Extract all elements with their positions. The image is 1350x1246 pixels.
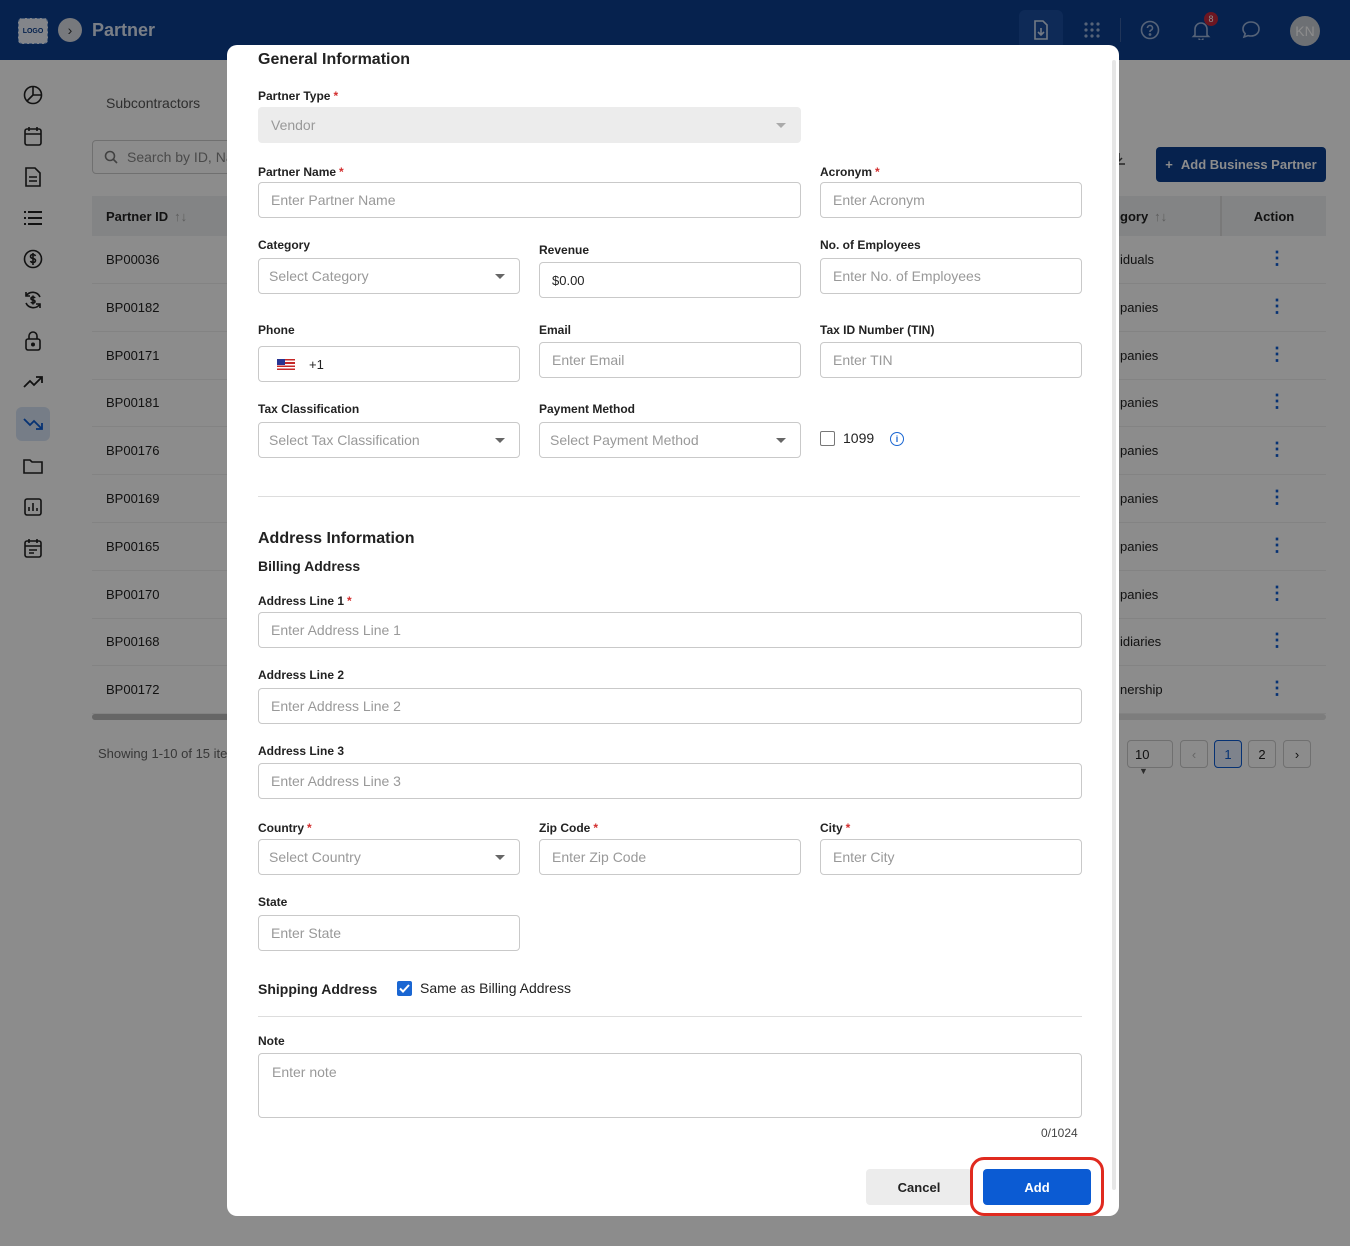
note-textarea[interactable]: Enter note xyxy=(258,1053,1082,1118)
tin-label: Tax ID Number (TIN) xyxy=(820,323,935,337)
us-flag-icon[interactable] xyxy=(277,358,295,370)
address-line-3-label: Address Line 3 xyxy=(258,744,345,758)
shipping-address-title: Shipping Address xyxy=(258,981,378,997)
caret-down-icon xyxy=(495,438,505,443)
partner-type-label: Partner Type * xyxy=(258,89,339,103)
add-button[interactable]: Add xyxy=(983,1169,1091,1205)
caret-down-icon xyxy=(776,438,786,443)
phone-input[interactable]: +1 xyxy=(258,346,520,382)
cancel-button[interactable]: Cancel xyxy=(866,1169,972,1205)
phone-label: Phone xyxy=(258,323,295,337)
country-label: Country * xyxy=(258,821,312,835)
address-line-2-label: Address Line 2 xyxy=(258,668,345,682)
zip-code-label: Zip Code * xyxy=(539,821,598,835)
address-information-title: Address Information xyxy=(258,530,415,547)
partner-name-input[interactable]: Enter Partner Name xyxy=(258,182,801,218)
acronym-input[interactable]: Enter Acronym xyxy=(820,182,1082,218)
revenue-input[interactable]: $0.00 xyxy=(539,262,801,298)
tin-input[interactable]: Enter TIN xyxy=(820,342,1082,378)
address-line-1-input[interactable]: Enter Address Line 1 xyxy=(258,612,1082,648)
form-1099-checkbox[interactable] xyxy=(820,431,835,446)
address-line-2-input[interactable]: Enter Address Line 2 xyxy=(258,688,1082,724)
caret-down-icon xyxy=(495,274,505,279)
same-as-billing-checkbox[interactable] xyxy=(397,981,412,996)
zip-code-input[interactable]: Enter Zip Code xyxy=(539,839,801,875)
section-divider xyxy=(258,496,1080,497)
note-label: Note xyxy=(258,1034,285,1048)
category-select[interactable]: Select Category xyxy=(258,258,520,294)
city-label: City * xyxy=(820,821,851,835)
modal-scrollbar[interactable] xyxy=(1112,60,1116,1190)
tax-classification-label: Tax Classification xyxy=(258,402,360,416)
email-input[interactable]: Enter Email xyxy=(539,342,801,378)
email-label: Email xyxy=(539,323,572,337)
general-information-title: General Information xyxy=(258,51,411,68)
info-icon[interactable]: i xyxy=(890,432,904,446)
note-char-counter: 0/1024 xyxy=(1041,1126,1078,1140)
address-line-1-label: Address Line 1 * xyxy=(258,594,352,608)
city-input[interactable]: Enter City xyxy=(820,839,1082,875)
employees-label: No. of Employees xyxy=(820,238,921,252)
same-as-billing-label: Same as Billing Address xyxy=(420,980,571,996)
category-label: Category xyxy=(258,238,311,252)
form-1099-label: 1099 xyxy=(843,430,875,446)
state-label: State xyxy=(258,895,288,909)
check-icon xyxy=(399,984,410,993)
caret-down-icon xyxy=(776,123,786,128)
address-line-3-input[interactable]: Enter Address Line 3 xyxy=(258,763,1082,799)
payment-method-select[interactable]: Select Payment Method xyxy=(539,422,801,458)
payment-method-label: Payment Method xyxy=(539,402,636,416)
section-divider xyxy=(258,1016,1082,1017)
partner-name-label: Partner Name * xyxy=(258,165,344,179)
caret-down-icon xyxy=(495,855,505,860)
revenue-label: Revenue xyxy=(539,243,590,257)
employees-input[interactable]: Enter No. of Employees xyxy=(820,258,1082,294)
billing-address-title: Billing Address xyxy=(258,558,361,574)
tax-classification-select[interactable]: Select Tax Classification xyxy=(258,422,520,458)
partner-type-select[interactable]: Vendor xyxy=(258,107,801,143)
country-select[interactable]: Select Country xyxy=(258,839,520,875)
state-input[interactable]: Enter State xyxy=(258,915,520,951)
acronym-label: Acronym * xyxy=(820,165,880,179)
